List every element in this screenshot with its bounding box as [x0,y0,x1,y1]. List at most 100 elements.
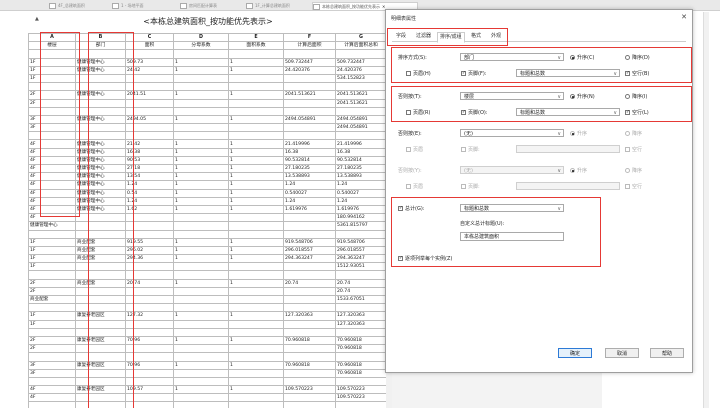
table-cell[interactable]: 70.960818 [283,360,336,370]
table-cell[interactable] [173,229,229,239]
table-cell[interactable]: 1 [173,139,229,149]
table-cell[interactable] [173,352,229,362]
sort3-desc-radio[interactable] [625,131,630,136]
table-cell[interactable]: 2494.054891 [335,114,387,125]
table-cell[interactable]: 1 [173,196,229,206]
table-cell[interactable]: 1 [173,204,229,215]
table-cell[interactable]: 1 [173,65,229,75]
table-cell[interactable]: 1 [173,237,229,247]
table-cell[interactable]: 1 [173,57,229,67]
itemize-checkbox[interactable]: ✓ [398,256,403,261]
table-cell[interactable]: 1 [173,163,229,174]
table-cell[interactable] [283,327,336,337]
table-cell[interactable]: 1 [173,188,229,198]
sort2-footer-checkbox[interactable]: ✓ [461,110,466,115]
table-cell[interactable]: 20.74 [335,286,387,297]
table-cell[interactable] [173,286,229,297]
grand-total-select[interactable]: 标题和总数 ∨ [460,204,564,212]
sort-by-select[interactable]: 部门 ∨ [460,53,564,61]
sort3-header-checkbox[interactable] [406,147,411,152]
sort1-footer-checkbox[interactable]: ✓ [461,71,466,76]
table-cell[interactable]: 1 [228,188,284,198]
table-cell[interactable] [173,106,229,116]
sort2-desc-radio[interactable] [625,94,630,99]
table-cell[interactable] [335,303,387,313]
table-cell[interactable]: 1 [228,180,284,190]
column-header[interactable]: 分母系数 [173,41,229,51]
table-cell[interactable] [173,401,229,408]
table-cell[interactable]: 4F [28,385,76,395]
then-by-4-select[interactable]: (无) ∨ [460,166,564,174]
table-cell[interactable]: 1.619976 [335,204,387,215]
table-cell[interactable]: 1 [228,254,284,264]
table-cell[interactable]: 1 [173,172,229,182]
sort3-footer-select[interactable] [516,145,620,153]
table-cell[interactable]: 21.419996 [335,139,387,149]
column-header[interactable]: 计算后面积总和 [335,41,387,51]
table-cell[interactable]: 2494.054891 [283,114,336,125]
custom-total-title-input[interactable]: 本栋总建筑面积 [460,232,564,241]
table-cell[interactable]: 24.420376 [283,65,336,75]
table-cell[interactable] [228,82,284,92]
table-cell[interactable] [283,294,336,305]
table-cell[interactable]: 16.38 [283,147,336,157]
table-cell[interactable] [228,106,284,116]
table-cell[interactable]: 3F [28,368,76,378]
tab-4f-area[interactable]: 4F_总建筑面积 [49,2,97,9]
table-cell[interactable] [335,270,387,280]
table-cell[interactable] [283,221,336,231]
then-by-select[interactable]: 楼层 ∨ [460,92,564,100]
table-cell[interactable]: 2041.513621 [283,90,336,100]
table-cell[interactable]: 1 [228,278,284,288]
table-cell[interactable]: 70.960818 [335,344,387,354]
table-cell[interactable]: 70.960818 [335,368,387,378]
table-cell[interactable]: 1 [173,335,229,346]
table-cell[interactable]: 2F [28,278,76,288]
table-cell[interactable] [283,319,336,329]
table-cell[interactable]: 90.532814 [283,155,336,166]
table-cell[interactable] [335,401,387,408]
table-cell[interactable]: 509.732447 [335,57,387,67]
table-cell[interactable] [283,376,336,387]
table-cell[interactable]: 5361.815797 [335,221,387,231]
column-letter[interactable]: F [283,32,336,43]
table-cell[interactable]: 294.363247 [283,254,336,264]
column-letter[interactable]: G [335,32,387,43]
table-cell[interactable] [228,123,284,133]
table-cell[interactable]: 1 [173,90,229,100]
sort2-blank-checkbox[interactable]: ✓ [625,110,630,115]
table-cell[interactable]: 24.420376 [335,65,387,75]
then-by-3-select[interactable]: (无) ∨ [460,129,564,137]
table-cell[interactable]: 1 [228,245,284,256]
table-cell[interactable]: 1F [28,245,76,256]
table-cell[interactable]: 296.018557 [283,245,336,256]
sort1-footer-select[interactable]: 标题和总数 ∨ [516,69,620,77]
table-cell[interactable] [228,286,284,297]
column-header[interactable]: 面积系数 [228,41,284,51]
table-cell[interactable] [28,376,76,387]
table-cell[interactable] [228,401,284,408]
table-cell[interactable]: 1F [28,254,76,264]
table-cell[interactable] [173,344,229,354]
table-cell[interactable]: 2041.513621 [335,90,387,100]
table-cell[interactable] [173,221,229,231]
sort4-blank-checkbox[interactable] [625,184,630,189]
table-cell[interactable]: 2041.513621 [335,98,387,108]
table-cell[interactable] [283,401,336,408]
table-cell[interactable]: 127.320363 [335,311,387,321]
table-cell[interactable] [283,229,336,239]
table-cell[interactable]: 4F [28,393,76,403]
table-cell[interactable] [173,73,229,84]
table-cell[interactable]: 2F [28,335,76,346]
table-cell[interactable]: 13.538893 [283,172,336,182]
column-header[interactable]: 计算后面积 [283,41,336,51]
table-cell[interactable]: 1 [228,237,284,247]
table-cell[interactable]: 127.320363 [335,319,387,329]
table-cell[interactable] [28,327,76,337]
table-cell[interactable]: 27.180235 [283,163,336,174]
sort1-header-checkbox[interactable] [406,71,411,76]
table-cell[interactable]: 919.548706 [335,237,387,247]
table-cell[interactable] [173,270,229,280]
table-cell[interactable]: 21.419996 [283,139,336,149]
sort3-asc-radio[interactable] [570,131,575,136]
